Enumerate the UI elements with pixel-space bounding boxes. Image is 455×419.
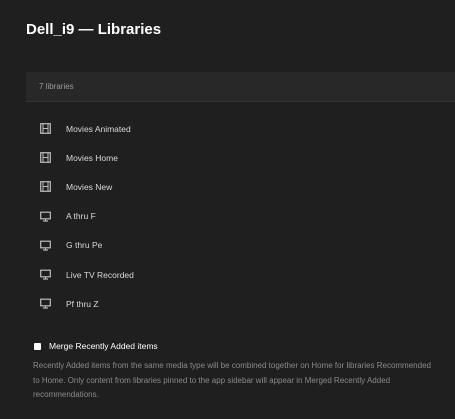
library-item-label: Pf thru Z bbox=[66, 298, 99, 309]
merge-recently-added-label: Merge Recently Added items bbox=[49, 341, 158, 351]
library-list: Movies Animated Movies Home Movies New A… bbox=[26, 114, 446, 318]
tv-icon bbox=[38, 209, 52, 223]
merge-recently-added-toggle[interactable]: Merge Recently Added items bbox=[34, 341, 158, 351]
library-item-label: Movies Animated bbox=[66, 123, 131, 134]
library-item-movies-home[interactable]: Movies Home bbox=[26, 143, 446, 172]
library-item-a-thru-f[interactable]: A thru F bbox=[26, 202, 446, 231]
library-item-movies-new[interactable]: Movies New bbox=[26, 172, 446, 201]
library-item-label: A thru F bbox=[66, 211, 96, 222]
library-item-label: G thru Pe bbox=[66, 240, 103, 251]
library-item-label: Movies Home bbox=[66, 152, 118, 163]
library-item-g-thru-pe[interactable]: G thru Pe bbox=[26, 231, 446, 260]
film-icon bbox=[38, 122, 52, 136]
library-item-label: Live TV Recorded bbox=[66, 269, 134, 280]
film-icon bbox=[38, 151, 52, 165]
library-item-pf-thru-z[interactable]: Pf thru Z bbox=[26, 289, 446, 318]
merge-recently-added-description: Recently Added items from the same media… bbox=[33, 361, 431, 399]
tv-icon bbox=[38, 268, 52, 282]
library-item-movies-animated[interactable]: Movies Animated bbox=[26, 114, 446, 143]
library-count-label: 7 libraries bbox=[39, 82, 74, 91]
page-title: Dell_i9 — Libraries bbox=[26, 21, 162, 38]
film-icon bbox=[38, 180, 52, 194]
tv-icon bbox=[38, 297, 52, 311]
merge-recently-added-checkbox[interactable] bbox=[34, 342, 41, 350]
library-item-live-tv-recorded[interactable]: Live TV Recorded bbox=[26, 260, 446, 289]
library-item-label: Movies New bbox=[66, 181, 113, 192]
tv-icon bbox=[38, 238, 52, 252]
library-count-bar: 7 libraries bbox=[26, 72, 455, 102]
